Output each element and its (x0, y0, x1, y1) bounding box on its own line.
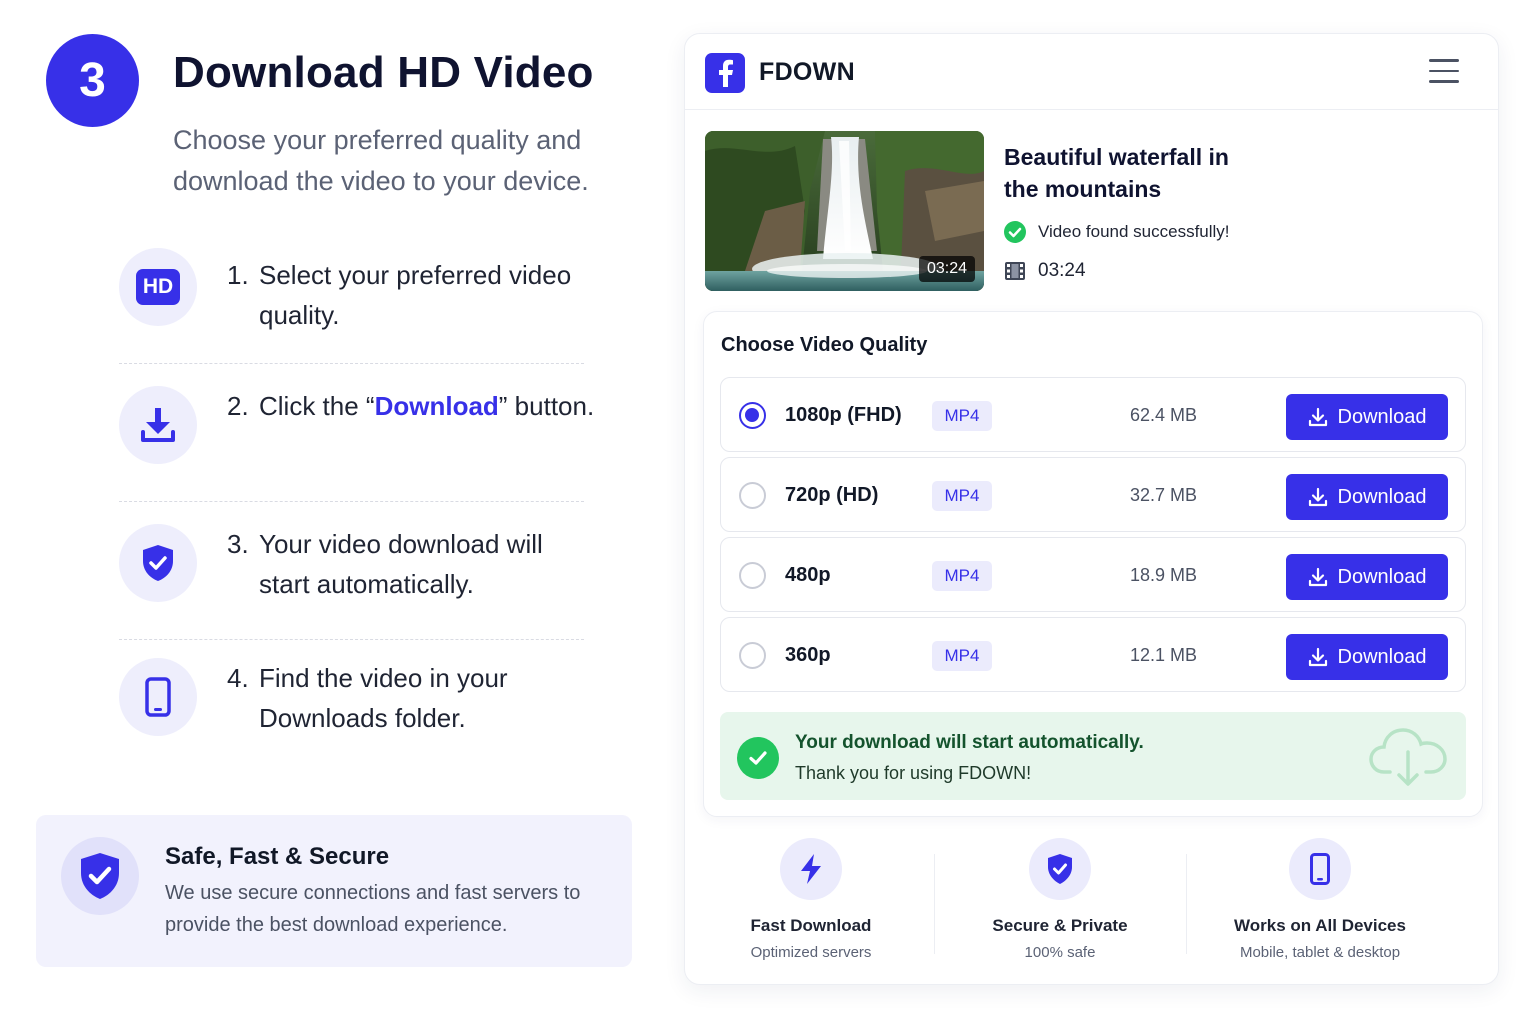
film-icon (1004, 261, 1026, 281)
quality-label: 360p (785, 644, 831, 666)
video-title: Beautiful waterfall in the mountains (1004, 144, 1229, 202)
instruction-item: 4. Find the video in your Downloads fold… (119, 640, 584, 738)
feature-subtitle: Optimized servers (750, 944, 872, 961)
lightning-icon (780, 838, 842, 900)
instruction-item: 2. Click the “Download” button. (119, 364, 594, 501)
shield-check-icon (1029, 838, 1091, 900)
thumbnail-duration: 03:24 (918, 256, 975, 282)
file-size: 18.9 MB (1130, 565, 1198, 585)
quality-option-480p[interactable]: 480p MP4 18.9 MB Download (720, 537, 1466, 612)
page-title: Download HD Video (173, 48, 594, 97)
instruction-text: Find the video in your Downloads folder. (259, 663, 508, 733)
download-button[interactable]: Download (1286, 554, 1448, 600)
download-button-label: Download (1337, 485, 1427, 508)
instruction-text: Select your preferred video quality. (259, 260, 572, 330)
check-circle-icon (737, 737, 779, 779)
download-button[interactable]: Download (1286, 634, 1448, 680)
instruction-text: Your video download will start automatic… (259, 529, 543, 599)
secure-info-card: Safe, Fast & Secure We use secure connec… (36, 815, 632, 967)
instruction-number: 4. (227, 663, 249, 693)
format-badge: MP4 (932, 481, 992, 511)
status-text: Video found successfully! (1038, 222, 1230, 241)
download-icon (1308, 487, 1328, 507)
video-thumbnail[interactable]: 03:24 (705, 131, 984, 291)
download-button-label: Download (1337, 405, 1427, 428)
instruction-list: HD 1. Select your preferred video qualit… (119, 248, 594, 738)
instruction-text: Click the “Download” button. (259, 391, 595, 421)
download-button-label: Download (1337, 565, 1427, 588)
download-button[interactable]: Download (1286, 394, 1448, 440)
shield-check-icon (61, 837, 139, 915)
feature-title: Fast Download (750, 916, 872, 935)
download-icon (1308, 407, 1328, 427)
quality-radio[interactable] (739, 482, 766, 509)
file-size: 62.4 MB (1130, 405, 1198, 425)
notice-text: Thank you for using FDOWN! (795, 763, 1032, 783)
secure-title: Safe, Fast & Secure (165, 843, 390, 870)
instruction-number: 2. (227, 391, 249, 421)
download-icon (1308, 647, 1328, 667)
feature-fast: Fast Download Optimized servers (686, 838, 936, 961)
download-icon (1308, 567, 1328, 587)
step-number-badge: 3 (46, 34, 139, 127)
hamburger-menu-icon[interactable] (1429, 59, 1459, 83)
feature-title: Secure & Private (992, 916, 1128, 935)
format-badge: MP4 (932, 401, 992, 431)
phone-icon (119, 658, 197, 736)
video-duration: 03:24 (1038, 260, 1086, 281)
feature-subtitle: Mobile, tablet & desktop (1239, 944, 1401, 961)
quality-card: Choose Video Quality 1080p (FHD) MP4 62.… (703, 311, 1483, 817)
instruction-number: 1. (227, 260, 249, 290)
download-icon (119, 386, 197, 464)
quality-radio[interactable] (739, 402, 766, 429)
cloud-download-icon (1368, 726, 1448, 793)
features-row: Fast Download Optimized servers Secure &… (685, 834, 1500, 974)
check-circle-icon (1004, 221, 1026, 243)
feature-title: Works on All Devices (1234, 916, 1406, 935)
shield-check-icon (119, 524, 197, 602)
quality-radio[interactable] (739, 562, 766, 589)
hd-icon: HD (119, 248, 197, 326)
feature-secure: Secure & Private 100% safe (935, 838, 1185, 961)
file-size: 32.7 MB (1130, 485, 1198, 505)
download-highlight: Download (374, 391, 499, 421)
quality-radio[interactable] (739, 642, 766, 669)
quality-heading: Choose Video Quality (721, 334, 928, 356)
divider (1186, 854, 1187, 954)
notice-title: Your download will start automatically. (795, 732, 1144, 753)
instruction-number: 3. (227, 529, 249, 559)
format-badge: MP4 (932, 561, 992, 591)
feature-subtitle: 100% safe (1024, 944, 1096, 961)
instruction-item: 3. Your video download will start automa… (119, 502, 584, 639)
quality-label: 480p (785, 564, 831, 586)
instruction-item: HD 1. Select your preferred video qualit… (119, 248, 584, 363)
secure-text: We use secure connections and fast serve… (165, 882, 581, 936)
download-button[interactable]: Download (1286, 474, 1448, 520)
app-header: FDOWN (685, 34, 1498, 110)
quality-label: 720p (HD) (785, 484, 879, 506)
duration-row: 03:24 (1004, 260, 1086, 282)
file-size: 12.1 MB (1130, 645, 1198, 665)
quality-option-720p[interactable]: 720p (HD) MP4 32.7 MB Download (720, 457, 1466, 532)
download-button-label: Download (1337, 645, 1427, 668)
status-row: Video found successfully! (1004, 221, 1230, 243)
quality-label: 1080p (FHD) (785, 404, 902, 426)
quality-option-1080p[interactable]: 1080p (FHD) MP4 62.4 MB Download (720, 377, 1466, 452)
phone-icon (1289, 838, 1351, 900)
hd-chip: HD (136, 269, 180, 305)
format-badge: MP4 (932, 641, 992, 671)
page-subtitle: Choose your preferred quality and downlo… (173, 125, 589, 196)
app-panel: FDOWN 03:24 Beautiful waterfall in the m… (684, 33, 1499, 985)
quality-option-360p[interactable]: 360p MP4 12.1 MB Download (720, 617, 1466, 692)
app-name[interactable]: FDOWN (759, 58, 855, 87)
download-notice: Your download will start automatically. … (720, 712, 1466, 800)
facebook-icon[interactable] (705, 53, 745, 93)
feature-devices: Works on All Devices Mobile, tablet & de… (1195, 838, 1445, 961)
